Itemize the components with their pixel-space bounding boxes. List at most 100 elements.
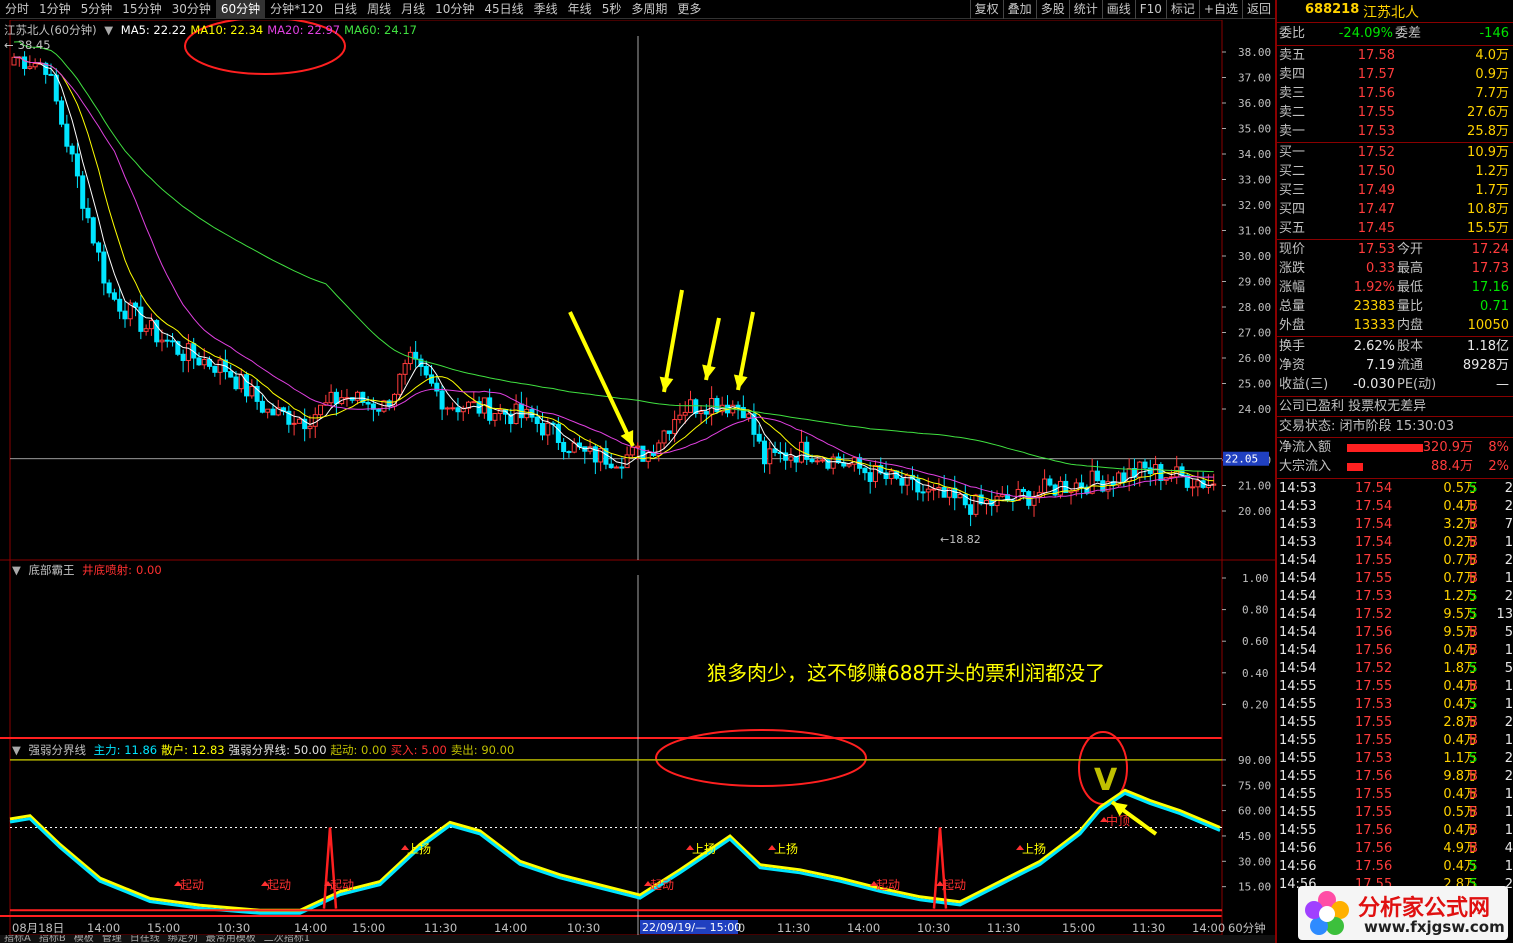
period-tab-2[interactable]: 5分钟 [76, 0, 118, 19]
stat-label: 内盘 [1397, 318, 1424, 333]
ind2-tick-label: 90.00 [1238, 754, 1271, 767]
candle-body [185, 343, 191, 361]
period-tab-3[interactable]: 15分钟 [117, 0, 166, 19]
candle-body [1020, 488, 1026, 493]
time-label: 11:30 [987, 921, 1020, 935]
ma-legend-0: MA5: 22.22 [120, 23, 187, 37]
bid-volume: 10.8万 [1467, 202, 1509, 217]
separator [1277, 22, 1513, 23]
bottom-tab-3[interactable]: 管理 [98, 935, 126, 943]
bottom-tab-6[interactable]: 最常用模板 [202, 935, 260, 943]
bottom-tab-2[interactable]: 模板 [70, 935, 98, 943]
period-tab-14[interactable]: 5秒 [597, 0, 627, 19]
period-tab-12[interactable]: 季线 [529, 0, 563, 19]
indicator2-name: 强弱分界线 [28, 743, 87, 757]
stat-value: 10050 [1467, 318, 1509, 333]
bid-label: 买四 [1279, 202, 1306, 217]
bottom-tab-4[interactable]: 日在线 [126, 935, 164, 943]
bottom-tab-5[interactable]: 绑定列 [164, 935, 202, 943]
price-tick-label: 38.00 [1238, 46, 1271, 59]
period-tab-16[interactable]: 更多 [672, 0, 706, 19]
quote-header: 688218 江苏北人 [1277, 0, 1513, 21]
tool-button-0[interactable]: 复权 [969, 0, 1003, 19]
tool-button-1[interactable]: 叠加 [1002, 0, 1036, 19]
tick-count: 1 [1504, 535, 1513, 550]
ask-row: 卖二 17.55 27.6万 [1277, 104, 1513, 122]
collapse-icon[interactable]: ▼ [12, 743, 21, 757]
dropdown-icon[interactable]: ▼ [104, 23, 113, 37]
tool-button-7[interactable]: +自选 [1198, 0, 1242, 19]
candle-body [170, 340, 176, 343]
stock-name: 江苏北人 [1363, 5, 1419, 21]
tick-volume: 0.4万 [1443, 643, 1477, 658]
tick-row: 14:55 17.55 0.4万 B 1 [1277, 678, 1513, 696]
stat-label: 换手 [1279, 339, 1306, 354]
tool-button-2[interactable]: 多股 [1035, 0, 1069, 19]
tick-side: S [1469, 751, 1478, 766]
time-label: 14:00 [847, 921, 880, 935]
stat-label: 股本 [1397, 339, 1424, 354]
tick-side: S [1469, 589, 1478, 604]
period-label: 60分钟 [1228, 921, 1266, 935]
tick-row: 14:53 17.54 3.2万 B 7 [1277, 516, 1513, 534]
period-tab-9[interactable]: 月线 [396, 0, 430, 19]
tool-button-3[interactable]: 统计 [1068, 0, 1102, 19]
time-label: 15:00 [1062, 921, 1095, 935]
candle-body [619, 466, 625, 469]
weicha-label: 委差 [1395, 26, 1422, 41]
period-tab-7[interactable]: 日线 [328, 0, 362, 19]
stat-value: 23383 [1353, 299, 1395, 314]
tool-button-5[interactable]: F10 [1134, 0, 1166, 19]
tick-time: 14:55 [1279, 697, 1317, 712]
ma-legend-1: MA10: 22.34 [190, 23, 264, 37]
stat-label: 今开 [1397, 242, 1424, 257]
tick-side: S [1469, 481, 1478, 496]
tick-price: 17.55 [1355, 679, 1393, 694]
ma-legend-3: MA60: 24.17 [344, 23, 417, 37]
period-tab-1[interactable]: 1分钟 [34, 0, 76, 19]
candle-body [74, 153, 80, 177]
signal-label: 中顶 [1106, 813, 1130, 828]
period-tab-0[interactable]: 分时 [0, 0, 34, 19]
period-tab-8[interactable]: 周线 [362, 0, 396, 19]
candle-body [566, 451, 572, 454]
chart-canvas[interactable]: 38.00 37.00 36.00 35.00 34.00 33.00 32.00 31.00… [0, 20, 1275, 935]
candle-body [846, 463, 852, 467]
ma-line-10 [13, 56, 1214, 503]
tick-row: 14:55 17.56 9.8万 B 2 [1277, 768, 1513, 786]
tick-row: 14:53 17.54 0.5万 S 2 [1277, 480, 1513, 498]
tool-button-8[interactable]: 返回 [1241, 0, 1275, 19]
period-tab-4[interactable]: 30分钟 [167, 0, 216, 19]
ind2-tick-label: 30.00 [1238, 855, 1271, 868]
tool-button-4[interactable]: 画线 [1101, 0, 1135, 19]
indicator1-param-label: 井底喷射: [82, 563, 133, 577]
separator [1277, 437, 1513, 438]
tool-button-6[interactable]: 标记 [1165, 0, 1199, 19]
period-tab-15[interactable]: 多周期 [626, 0, 672, 19]
period-tab-6[interactable]: 分钟*120 [265, 0, 328, 19]
stat-label: 收益(三) [1279, 377, 1329, 392]
candle-body [1121, 472, 1127, 482]
weicha-value: -146 [1479, 26, 1509, 41]
tick-time: 14:55 [1279, 823, 1317, 838]
candle-body [888, 470, 894, 480]
bottom-tab-7[interactable]: 二次指标1 [260, 935, 314, 943]
period-toolbar: 分时 1分钟 5分钟 15分钟 30分钟 60分钟 分钟*120 日线 周线 月线 10分钟 45日线… [0, 0, 1275, 19]
stat-label: PE(动) [1397, 377, 1437, 392]
candle-body [1042, 478, 1048, 494]
chart-frame [9, 20, 1223, 935]
bottom-tab-0[interactable]: 指标A [0, 935, 35, 943]
candle-body [244, 374, 250, 397]
candle-body [555, 423, 561, 443]
bottom-tabs: 指标A 指标B 模板 管理 日在线 绑定列 最常用模板 二次指标1 [0, 935, 1275, 943]
tick-price: 17.56 [1355, 841, 1393, 856]
bottom-tab-1[interactable]: 指标B [35, 935, 70, 943]
tick-row: 14:53 17.54 0.4万 B 2 [1277, 498, 1513, 516]
period-tab-10[interactable]: 10分钟 [430, 0, 479, 19]
period-tab-11[interactable]: 45日线 [479, 0, 528, 19]
indicator2-legend: ▼ 强弱分界线 主力: 11.86 散户: 12.83 强弱分界线: 50.00 起动… [12, 742, 522, 758]
period-tab-5[interactable]: 60分钟 [215, 0, 266, 19]
tick-time: 14:53 [1279, 517, 1317, 532]
collapse-icon[interactable]: ▼ [12, 563, 21, 577]
period-tab-13[interactable]: 年线 [563, 0, 597, 19]
